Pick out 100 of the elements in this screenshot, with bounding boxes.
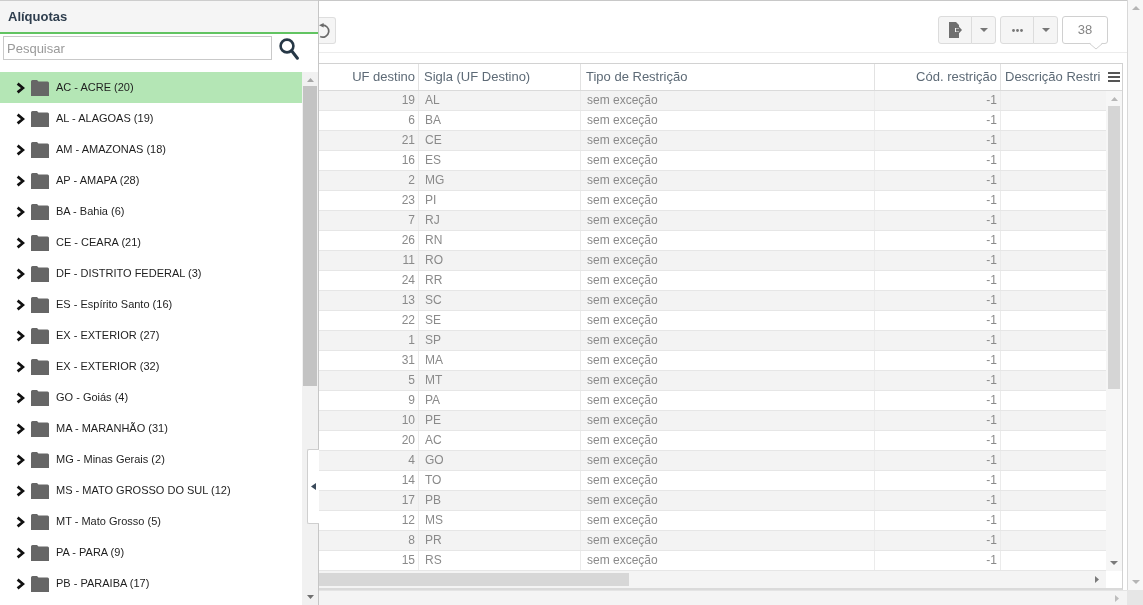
- table-row[interactable]: 22 SE sem exceção -1: [319, 311, 1106, 331]
- table-cell: 31: [319, 351, 419, 370]
- table-row[interactable]: 24 RR sem exceção -1: [319, 271, 1106, 291]
- table-cell: -1: [875, 331, 1001, 350]
- tree-item[interactable]: MS - MATO GROSSO DO SUL (12): [0, 475, 302, 506]
- table-cell: -1: [875, 111, 1001, 130]
- table-cell: sem exceção: [581, 391, 875, 410]
- scroll-right-icon[interactable]: [1115, 594, 1119, 602]
- horizontal-scrollbar[interactable]: [319, 571, 1106, 588]
- tree-item[interactable]: AP - AMAPA (28): [0, 165, 302, 196]
- tree-item[interactable]: MA - MARANHÃO (31): [0, 413, 302, 444]
- scroll-right-icon[interactable]: [1095, 576, 1099, 583]
- panel-collapse-handle[interactable]: [307, 449, 319, 524]
- tree-item[interactable]: AM - AMAZONAS (18): [0, 134, 302, 165]
- folder-icon: [31, 575, 49, 592]
- tree-item[interactable]: MG - Minas Gerais (2): [0, 444, 302, 475]
- table-row[interactable]: 20 AC sem exceção -1: [319, 431, 1106, 451]
- folder-icon: [31, 110, 49, 127]
- table-cell: SP: [419, 331, 581, 350]
- scroll-down-icon[interactable]: [1110, 561, 1118, 565]
- table-row[interactable]: 6 BA sem exceção -1: [319, 111, 1106, 131]
- refresh-button[interactable]: [319, 17, 336, 44]
- table-row[interactable]: 10 PE sem exceção -1: [319, 411, 1106, 431]
- scrollbar-thumb[interactable]: [319, 573, 629, 586]
- table-row[interactable]: 21 CE sem exceção -1: [319, 131, 1106, 151]
- more-button[interactable]: [1000, 16, 1034, 44]
- table-cell: ES: [419, 151, 581, 170]
- folder-icon: [31, 389, 49, 406]
- table-cell: -1: [875, 431, 1001, 450]
- column-header[interactable]: Descrição Restri: [1001, 64, 1106, 90]
- tree-item[interactable]: AL - ALAGOAS (19): [0, 103, 302, 134]
- table-row[interactable]: 5 MT sem exceção -1: [319, 371, 1106, 391]
- scroll-down-icon[interactable]: [306, 595, 314, 599]
- column-header[interactable]: Sigla (UF Destino): [419, 64, 581, 90]
- table-row[interactable]: 26 RN sem exceção -1: [319, 231, 1106, 251]
- table-cell: -1: [875, 391, 1001, 410]
- folder-icon: [31, 141, 49, 158]
- scroll-up-icon[interactable]: [306, 78, 314, 82]
- scrollbar-thumb[interactable]: [303, 86, 317, 386]
- table-row[interactable]: 16 ES sem exceção -1: [319, 151, 1106, 171]
- tree-item[interactable]: CE - CEARA (21): [0, 227, 302, 258]
- tree-item[interactable]: AC - ACRE (20): [0, 72, 302, 103]
- column-header[interactable]: Tipo de Restrição: [581, 64, 875, 90]
- table-cell: -1: [875, 511, 1001, 530]
- table-row[interactable]: 15 RS sem exceção -1: [319, 551, 1106, 571]
- folder-icon: [31, 234, 49, 251]
- search-field[interactable]: Pesquisar: [3, 36, 272, 60]
- table-cell: 4: [319, 451, 419, 470]
- tree-item[interactable]: ES - Espírito Santo (16): [0, 289, 302, 320]
- table-row[interactable]: 2 MG sem exceção -1: [319, 171, 1106, 191]
- table-cell: 8: [319, 531, 419, 550]
- table-cell: PR: [419, 531, 581, 550]
- scroll-down-icon[interactable]: [1131, 580, 1140, 584]
- tree-item[interactable]: PB - PARAIBA (17): [0, 568, 302, 599]
- table-cell: -1: [875, 231, 1001, 250]
- tree-item[interactable]: MT - Mato Grosso (5): [0, 506, 302, 537]
- table-row[interactable]: 14 TO sem exceção -1: [319, 471, 1106, 491]
- table-cell: AC: [419, 431, 581, 450]
- tree-item[interactable]: GO - Goiás (4): [0, 382, 302, 413]
- table-row[interactable]: 4 GO sem exceção -1: [319, 451, 1106, 471]
- table-row[interactable]: 11 RO sem exceção -1: [319, 251, 1106, 271]
- column-menu-icon[interactable]: [1108, 72, 1120, 82]
- vertical-scrollbar[interactable]: [1106, 91, 1122, 571]
- search-icon[interactable]: [279, 38, 299, 60]
- table-row[interactable]: 19 AL sem exceção -1: [319, 91, 1106, 111]
- scrollbar-corner: [1127, 590, 1143, 605]
- table-row[interactable]: 17 PB sem exceção -1: [319, 491, 1106, 511]
- scroll-up-icon[interactable]: [1110, 97, 1118, 101]
- tree-item[interactable]: EX - EXTERIOR (27): [0, 320, 302, 351]
- table-cell: -1: [875, 371, 1001, 390]
- table-row[interactable]: 1 SP sem exceção -1: [319, 331, 1106, 351]
- table-row[interactable]: 31 MA sem exceção -1: [319, 351, 1106, 371]
- table-cell: sem exceção: [581, 171, 875, 190]
- table-row[interactable]: 12 MS sem exceção -1: [319, 511, 1106, 531]
- table-cell: sem exceção: [581, 351, 875, 370]
- vertical-scrollbar[interactable]: [1127, 0, 1143, 590]
- table-cell: MA: [419, 351, 581, 370]
- table-row[interactable]: 8 PR sem exceção -1: [319, 531, 1106, 551]
- tree-item[interactable]: EX - EXTERIOR (32): [0, 351, 302, 382]
- column-header[interactable]: UF destino: [319, 64, 419, 90]
- tree-item[interactable]: BA - Bahia (6): [0, 196, 302, 227]
- dropdown-button[interactable]: [971, 16, 996, 44]
- table-cell: -1: [875, 151, 1001, 170]
- column-header[interactable]: Cód. restrição: [875, 64, 1001, 90]
- table-row[interactable]: 7 RJ sem exceção -1: [319, 211, 1106, 231]
- scroll-up-icon[interactable]: [1131, 6, 1140, 10]
- table-row[interactable]: 13 SC sem exceção -1: [319, 291, 1106, 311]
- vertical-scrollbar[interactable]: [302, 72, 318, 605]
- table-row[interactable]: 9 PA sem exceção -1: [319, 391, 1106, 411]
- table-cell: 12: [319, 511, 419, 530]
- horizontal-scrollbar[interactable]: [319, 590, 1127, 605]
- folder-icon: [31, 544, 49, 561]
- scrollbar-thumb[interactable]: [1108, 106, 1120, 389]
- dropdown-button[interactable]: [1033, 16, 1058, 44]
- table-row[interactable]: 23 PI sem exceção -1: [319, 191, 1106, 211]
- tree-item[interactable]: DF - DISTRITO FEDERAL (3): [0, 258, 302, 289]
- table-cell: 23: [319, 191, 419, 210]
- tree-item[interactable]: PA - PARA (9): [0, 537, 302, 568]
- table-cell: 2: [319, 171, 419, 190]
- export-button[interactable]: [938, 16, 972, 44]
